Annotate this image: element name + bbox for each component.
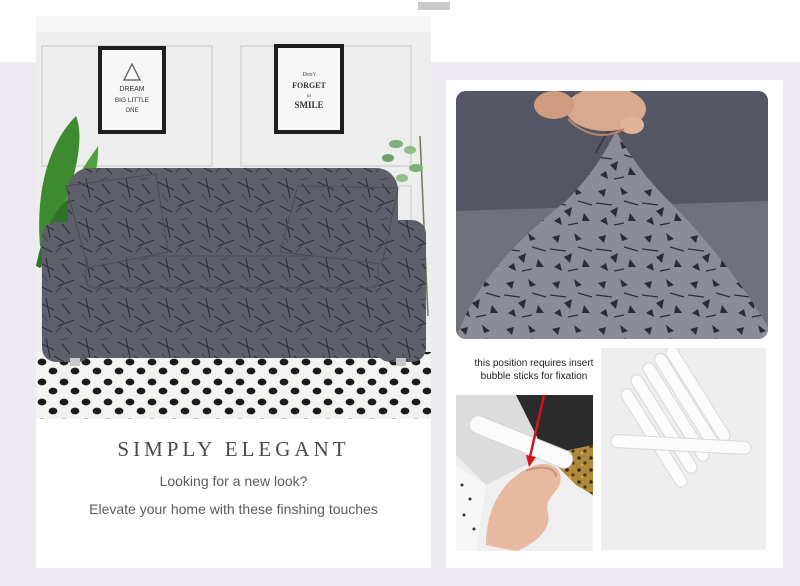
caption-area: SIMPLY ELEGANT Looking for a new look? E…	[36, 419, 431, 568]
subheading: Looking for a new look?	[159, 473, 308, 489]
frame-text-dont: Don't	[301, 72, 316, 78]
wall-frame-left: DREAM BIG LITTLE ONE	[98, 46, 166, 134]
hero-card: DREAM BIG LITTLE ONE Don't FORGET to SMI…	[36, 16, 431, 568]
frame-text-dream: DREAM	[119, 86, 144, 93]
insert-note-line1: this position requires insert	[474, 358, 594, 369]
frame-text-one: ONE	[125, 108, 138, 114]
top-tab-marker	[418, 2, 450, 10]
wall-frame-right: Don't FORGET to SMILE	[274, 44, 344, 134]
frame-text-smile: SMILE	[294, 100, 323, 110]
frame-text-forget: FORGET	[292, 81, 326, 90]
insert-note-line2: bubble sticks for fixation	[480, 371, 588, 382]
frame-text-big-little: BIG LITTLE	[115, 97, 150, 104]
bubble-sticks-photo	[601, 348, 766, 550]
frame-text-to: to	[307, 93, 312, 99]
sofa	[42, 168, 426, 366]
headline: SIMPLY ELEGANT	[117, 437, 350, 461]
fabric-stretch-photo	[456, 91, 768, 339]
insert-note: this position requires insert bubble sti…	[454, 357, 614, 383]
detail-card: this position requires insert bubble sti…	[446, 80, 783, 568]
living-room-photo: DREAM BIG LITTLE ONE Don't FORGET to SMI…	[36, 16, 431, 419]
insert-stick-photo	[456, 395, 593, 551]
tagline: Elevate your home with these finshing to…	[89, 501, 378, 517]
dotted-rug	[36, 352, 431, 419]
